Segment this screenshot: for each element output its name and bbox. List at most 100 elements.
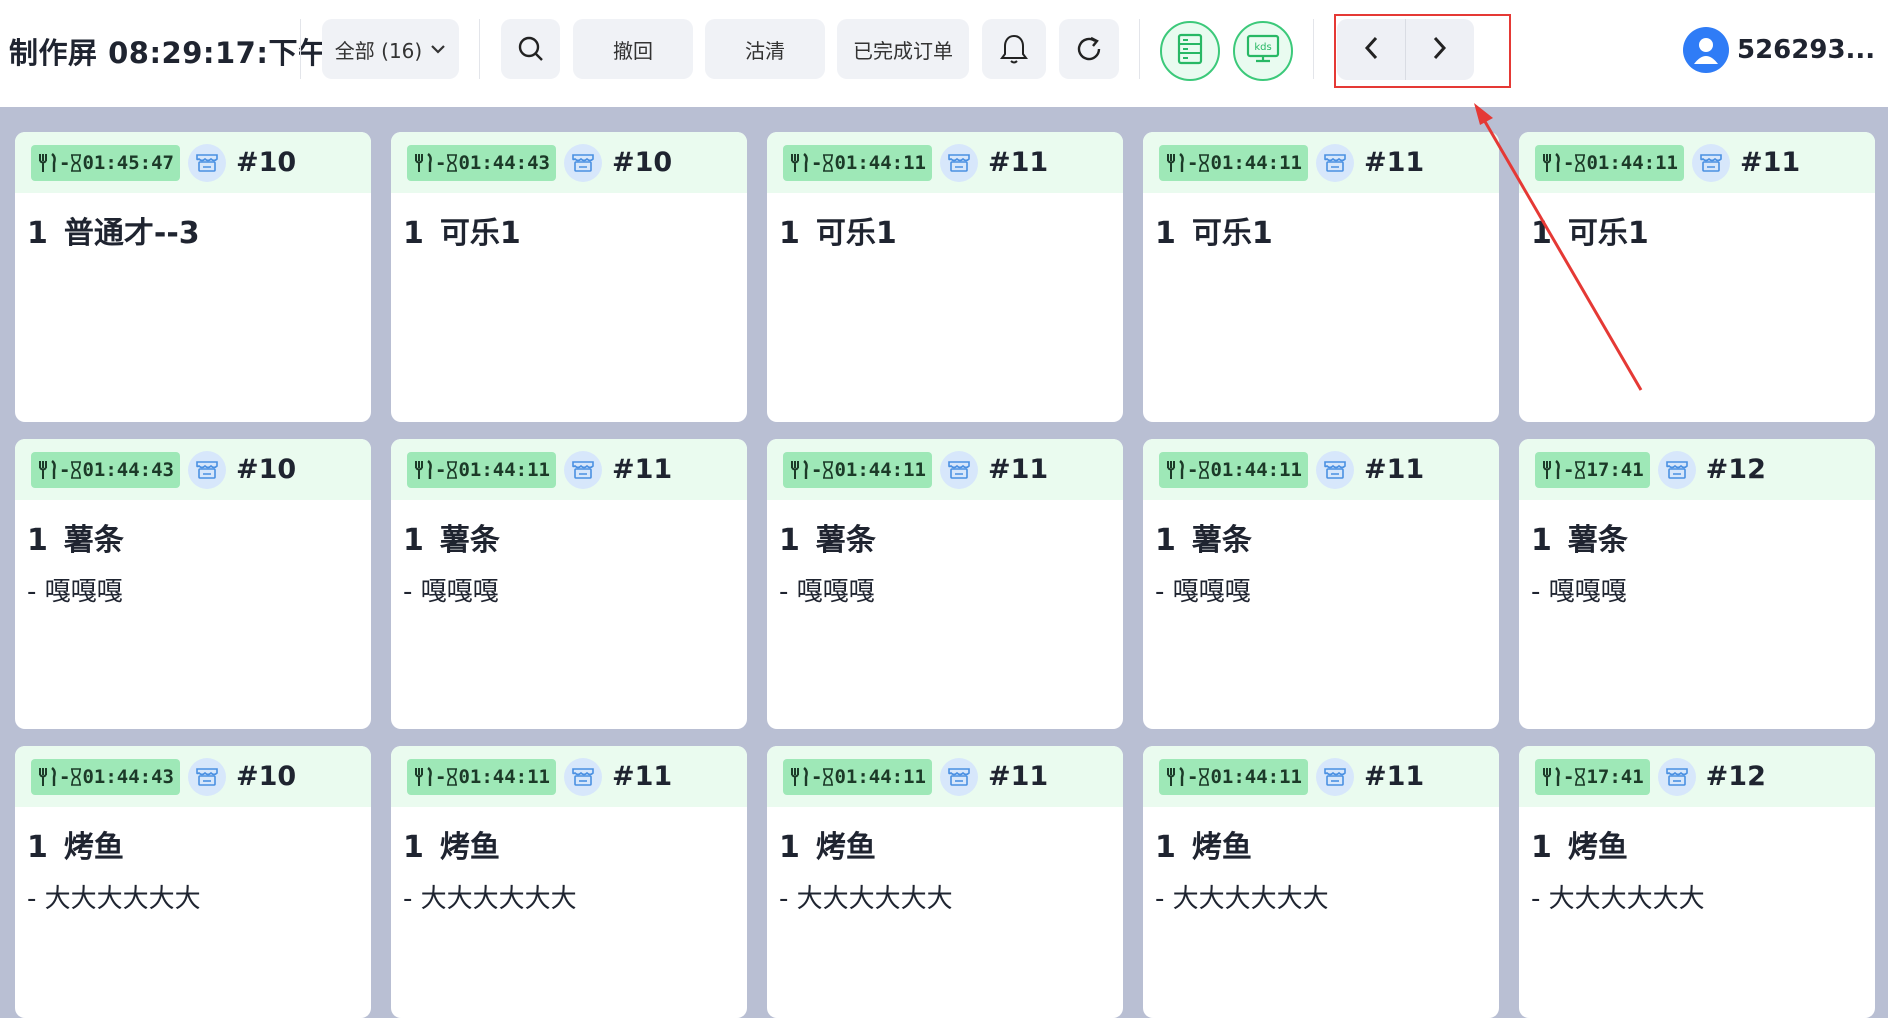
card-header: -01:45:47 #10 [15,132,371,193]
storefront-icon [1315,757,1354,796]
item-modifier: - 大大大大大大 [403,884,577,914]
notification-button[interactable] [982,19,1046,79]
hourglass-icon [446,767,458,786]
item-modifier: - 大大大大大大 [1155,884,1329,914]
order-number: #11 [1363,761,1425,792]
item-name: 可乐1 [439,216,521,251]
order-card[interactable]: -01:44:11 #11 1 薯条 - 嘎嘎嘎 [767,439,1123,729]
item-name: 烤鱼 [63,830,124,865]
kds-button[interactable]: kds [1233,21,1293,81]
order-card[interactable]: -01:44:43 #10 1 烤鱼 - 大大大大大大 [15,746,371,1018]
item-name: 烤鱼 [815,830,876,865]
dine-in-icon [1165,152,1187,173]
storefront-icon [1315,143,1354,182]
timer-badge: -01:45:47 [31,144,180,181]
item-quantity: 1 [27,216,48,251]
item-quantity: 1 [1531,830,1552,865]
order-number: #10 [235,761,297,792]
item-line: 1 薯条 [1519,515,1875,559]
user-name: 526293... [1737,35,1876,65]
hourglass-icon [1574,153,1586,172]
timer-text: 01:44:43 [458,151,550,174]
item-name: 薯条 [1567,523,1628,558]
order-number: #11 [611,454,673,485]
item-modifier: - 大大大大大大 [779,884,953,914]
chevron-down-icon [430,44,446,54]
timer-badge: -01:44:11 [407,758,556,795]
item-name: 普通才--3 [63,216,200,251]
storefront-icon [939,757,978,796]
timer-text: 01:44:11 [834,458,926,481]
item-name: 烤鱼 [439,830,500,865]
card-header: -01:44:11 #11 [391,746,747,807]
timer-text: 01:44:11 [1210,458,1302,481]
timer-text: 01:44:11 [834,765,926,788]
completed-orders-button[interactable]: 已完成订单 [837,19,969,79]
timer-badge: -01:44:11 [783,451,932,488]
card-header: -17:41 #12 [1519,746,1875,807]
filter-dropdown[interactable]: 全部 (16) [322,19,459,79]
order-card[interactable]: -01:44:11 #11 1 烤鱼 - 大大大大大大 [391,746,747,1018]
order-card[interactable]: -01:45:47 #10 1 普通才--3 [15,132,371,422]
dine-in-icon [789,459,811,480]
dine-in-icon [1541,152,1563,173]
order-card[interactable]: -01:44:11 #11 1 可乐1 [1143,132,1499,422]
order-card[interactable]: -17:41 #12 1 薯条 - 嘎嘎嘎 [1519,439,1875,729]
dine-in-icon [37,459,59,480]
sold-out-button[interactable]: 沽清 [705,19,825,79]
user-menu[interactable]: 526293... [1683,26,1888,74]
item-modifier: - 嘎嘎嘎 [1155,577,1251,607]
dine-in-icon [1541,766,1563,787]
item-line: 1 普通才--3 [15,208,371,252]
item-line: 1 烤鱼 [391,822,747,866]
order-card[interactable]: -01:44:11 #11 1 烤鱼 - 大大大大大大 [767,746,1123,1018]
order-card[interactable]: -01:44:11 #11 1 烤鱼 - 大大大大大大 [1143,746,1499,1018]
dine-in-icon [37,152,59,173]
timer-badge: -01:44:43 [31,758,180,795]
order-card[interactable]: -01:44:11 #11 1 可乐1 [1519,132,1875,422]
search-button[interactable] [501,19,560,79]
card-header: -17:41 #12 [1519,439,1875,500]
item-quantity: 1 [779,830,800,865]
dine-in-icon [1165,766,1187,787]
item-modifier: - 嘎嘎嘎 [27,577,123,607]
hourglass-icon [446,153,458,172]
undo-button[interactable]: 撤回 [573,19,693,79]
timer-badge: -01:44:11 [1159,144,1308,181]
divider [1139,19,1140,79]
card-header: -01:44:11 #11 [767,439,1123,500]
next-page-button[interactable] [1406,19,1474,80]
card-header: -01:44:43 #10 [15,746,371,807]
previous-page-button[interactable] [1337,19,1405,80]
item-modifier: - 大大大大大大 [27,884,201,914]
order-number: #10 [235,147,297,178]
card-header: -01:44:11 #11 [1519,132,1875,193]
storefront-icon [1691,143,1730,182]
item-name: 烤鱼 [1567,830,1628,865]
order-card[interactable]: -17:41 #12 1 烤鱼 - 大大大大大大 [1519,746,1875,1018]
timer-text: 01:44:11 [458,765,550,788]
order-card[interactable]: -01:44:11 #11 1 可乐1 [767,132,1123,422]
timer-badge: -17:41 [1535,758,1650,795]
order-card[interactable]: -01:44:11 #11 1 薯条 - 嘎嘎嘎 [391,439,747,729]
hourglass-icon [70,153,82,172]
dine-in-icon [413,766,435,787]
hourglass-icon [1198,767,1210,786]
sold-out-label: 沽清 [745,38,785,63]
storefront-icon [563,757,602,796]
order-card[interactable]: -01:44:43 #10 1 薯条 - 嘎嘎嘎 [15,439,371,729]
divider [479,19,480,79]
order-card[interactable]: -01:44:43 #10 1 可乐1 [391,132,747,422]
order-card[interactable]: -01:44:11 #11 1 薯条 - 嘎嘎嘎 [1143,439,1499,729]
server-button[interactable] [1160,21,1220,81]
hourglass-icon [70,767,82,786]
hourglass-icon [822,767,834,786]
item-line: 1 可乐1 [1519,208,1875,252]
storefront-icon [563,143,602,182]
storefront-icon [939,143,978,182]
order-number: #11 [1363,147,1425,178]
refresh-button[interactable] [1059,19,1119,79]
item-line: 1 可乐1 [391,208,747,252]
order-number: #11 [987,454,1049,485]
page-nav-group [1337,19,1474,80]
